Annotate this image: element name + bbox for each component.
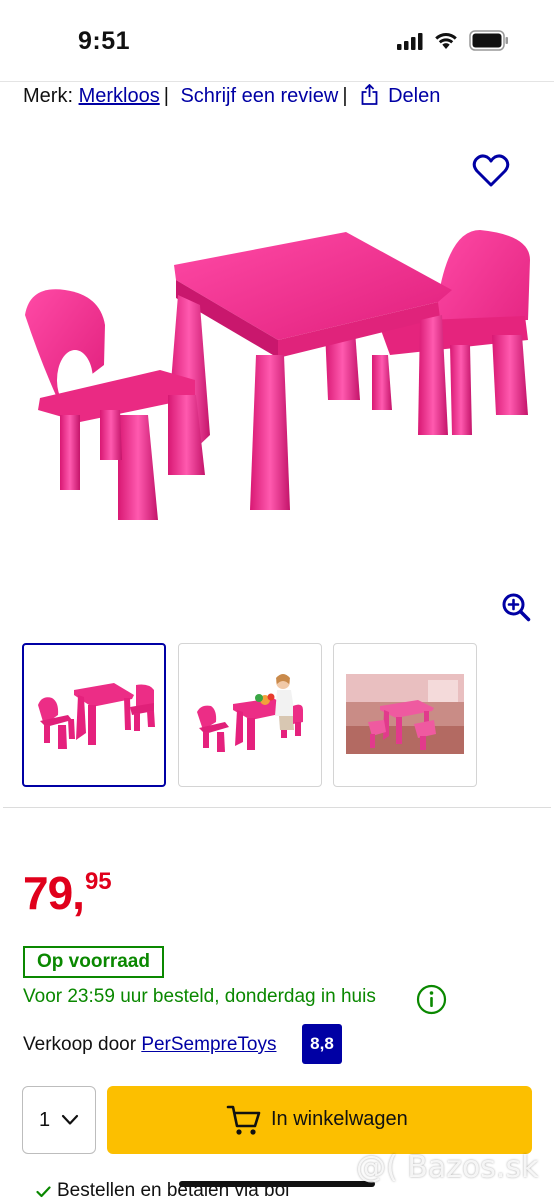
add-to-cart-button[interactable]: In winkelwagen: [107, 1086, 532, 1154]
signal-icon: [397, 33, 423, 50]
check-icon: [36, 1186, 51, 1198]
brand-prefix: Merk:: [23, 85, 73, 107]
cart-icon: [226, 1105, 261, 1135]
thumbnail-1[interactable]: [22, 643, 166, 787]
seller-score-badge[interactable]: 8,8: [302, 1024, 342, 1064]
brand-row: Merk: Merkloos | Schrijf een review | Dele…: [23, 84, 440, 108]
thumbnail-2[interactable]: [178, 643, 322, 787]
battery-icon: [469, 30, 508, 51]
quantity-value: 1: [39, 1109, 51, 1131]
delivery-promise: Voor 23:59 uur besteld, donderdag in hui…: [23, 986, 376, 1007]
thumbnail-3[interactable]: [333, 643, 477, 787]
status-time: 9:51: [78, 27, 131, 55]
share-icon[interactable]: [361, 84, 378, 105]
separator: |: [342, 85, 348, 107]
separator: |: [163, 85, 169, 107]
info-icon[interactable]: [416, 984, 447, 1015]
price: 79,95: [23, 866, 112, 920]
status-bar: 9:51: [0, 0, 554, 82]
chevron-down-icon: [61, 1114, 79, 1125]
price-main: 79,: [23, 867, 85, 919]
divider: [3, 807, 551, 808]
price-cents: 95: [84, 868, 112, 895]
heart-icon[interactable]: [472, 153, 510, 189]
share-link[interactable]: Delen: [388, 85, 440, 107]
zoom-icon[interactable]: [501, 592, 531, 622]
stock-badge: Op voorraad: [23, 946, 164, 978]
thumbnail-image: [38, 683, 155, 749]
thumbnail-image: [346, 674, 464, 754]
add-to-cart-label: In winkelwagen: [271, 1108, 408, 1130]
seller-line: Verkoop door PerSempreToys: [23, 1034, 276, 1056]
quantity-select[interactable]: 1: [22, 1086, 96, 1154]
table: [168, 232, 452, 510]
wifi-icon: [435, 33, 457, 49]
brand-link[interactable]: Merkloos: [79, 85, 160, 107]
seller-link[interactable]: PerSempreToys: [141, 1034, 276, 1055]
thumbnail-image: [197, 674, 303, 752]
home-indicator: [179, 1181, 375, 1187]
product-image[interactable]: [0, 130, 554, 630]
watermark: @( Bazos.sk: [356, 1150, 539, 1185]
seller-prefix: Verkoop door: [23, 1034, 137, 1055]
write-review-link[interactable]: Schrijf een review: [180, 85, 338, 107]
